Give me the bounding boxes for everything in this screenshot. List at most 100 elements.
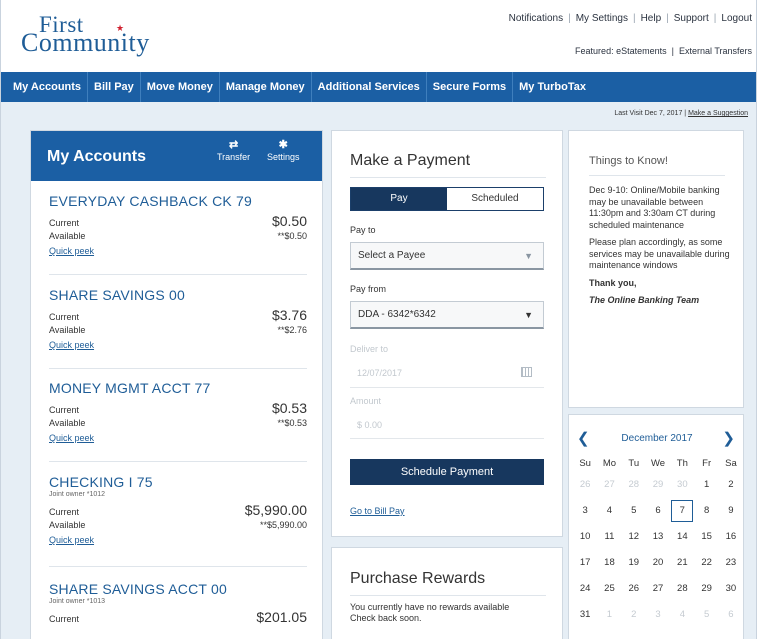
account-card[interactable]: MONEY MGMT ACCT 77 Current $0.53 Availabl… [49,380,307,446]
calendar-day[interactable]: 26 [622,576,646,602]
calendar-day[interactable]: 15 [694,524,718,550]
calendar-day-number: 28 [677,583,688,594]
pay-from-select[interactable]: DDA - 6342*6342 ▼ [350,301,544,329]
account-card[interactable]: SHARE SAVINGS 00 Current $3.76 Available *… [49,287,307,353]
tab-scheduled[interactable]: Scheduled [447,188,543,210]
calendar-day[interactable]: 21 [670,550,694,576]
calendar-day[interactable]: 2 [622,602,646,628]
available-label: Available [49,520,86,530]
calendar-day-number: 5 [631,505,637,516]
calendar-day[interactable]: 6 [719,602,743,628]
calendar-day[interactable]: 5 [622,498,646,524]
payee-select[interactable]: Select a Payee ▼ [350,242,544,270]
calendar-day[interactable]: 29 [694,576,718,602]
available-balance: **$0.50 [277,231,307,241]
nav-secure-forms[interactable]: Secure Forms [427,72,514,102]
current-balance: $0.53 [271,400,307,416]
quick-peek-link[interactable]: Quick peek [49,433,94,443]
calendar-day[interactable]: 1 [694,472,718,498]
calendar-day[interactable]: 12 [622,524,646,550]
nav-bill-pay[interactable]: Bill Pay [88,72,141,102]
calendar-day[interactable]: 9 [719,498,743,524]
calendar-day[interactable]: 5 [694,602,718,628]
account-name[interactable]: CHECKING I 75 [49,474,307,490]
calendar-day[interactable]: 3 [573,498,597,524]
nav-move-money[interactable]: Move Money [141,72,220,102]
amount-input[interactable]: $ 0.00 [350,414,544,436]
transfer-button[interactable]: ⇄ Transfer [217,139,250,162]
nav-additional-services[interactable]: Additional Services [312,72,427,102]
calendar-day[interactable]: 6 [646,498,670,524]
calendar-day[interactable]: 31 [573,602,597,628]
nav-my-turbotax[interactable]: My TurboTax [513,72,592,102]
go-to-bill-pay-link[interactable]: Go to Bill Pay [350,506,405,516]
logout-link[interactable]: Logout [721,13,752,24]
calendar-day[interactable]: 28 [622,472,646,498]
my-settings-link[interactable]: My Settings [576,13,628,24]
calendar-day[interactable]: 11 [597,524,621,550]
chevron-left-icon[interactable]: ❮ [577,429,590,447]
calendar-day[interactable]: 26 [573,472,597,498]
calendar-day[interactable]: 30 [719,576,743,602]
calendar-day[interactable]: 20 [646,550,670,576]
current-balance: $0.50 [271,213,307,229]
calendar-day-number: 27 [652,583,664,594]
calendar-day[interactable]: 30 [670,472,694,498]
tab-pay[interactable]: Pay [351,188,447,210]
logo-line2: Community [21,28,150,57]
calendar-day[interactable]: 24 [573,576,597,602]
support-link[interactable]: Support [674,13,709,24]
estatements-link[interactable]: eStatements [616,46,667,56]
calendar-day[interactable]: 4 [597,498,621,524]
calendar-day[interactable]: 22 [694,550,718,576]
last-visit: Last Visit Dec 7, 2017 | Make a Suggesti… [614,110,748,117]
calendar-day-today[interactable]: 7 [670,498,694,524]
nav-manage-money[interactable]: Manage Money [220,72,312,102]
help-link[interactable]: Help [641,13,662,24]
calendar-day[interactable]: 18 [597,550,621,576]
settings-button[interactable]: ✱ Settings [267,139,300,162]
calendar-grid: Su Mo Tu We Th Fr Sa 26 27 28 29 30 1 2 3 4 5 6 7 8 9 10 11 12 1… [573,458,743,628]
account-name[interactable]: EVERYDAY CASHBACK CK 79 [49,193,307,209]
account-name[interactable]: MONEY MGMT ACCT 77 [49,380,307,396]
calendar-day[interactable]: 4 [670,602,694,628]
quick-peek-link[interactable]: Quick peek [49,246,94,256]
calendar-day[interactable]: 16 [719,524,743,550]
calendar-day[interactable]: 23 [719,550,743,576]
calendar-day[interactable]: 2 [719,472,743,498]
calendar-day-number: 4 [679,609,685,620]
external-transfers-link[interactable]: External Transfers [679,46,752,56]
make-suggestion-link[interactable]: Make a Suggestion [688,110,748,117]
calendar-day[interactable]: 25 [597,576,621,602]
calendar-day[interactable]: 1 [597,602,621,628]
account-name[interactable]: SHARE SAVINGS 00 [49,287,307,303]
nav-my-accounts[interactable]: My Accounts [7,72,89,102]
calendar-day[interactable]: 14 [670,524,694,550]
calendar-day[interactable]: 17 [573,550,597,576]
calendar-day[interactable]: 28 [670,576,694,602]
notifications-link[interactable]: Notifications [509,13,563,24]
calendar-day[interactable]: 29 [646,472,670,498]
quick-peek-link[interactable]: Quick peek [49,535,94,545]
account-card[interactable]: SHARE SAVINGS ACCT 00 Joint owner *1013 … [49,581,307,625]
calendar-day[interactable]: 19 [622,550,646,576]
deliver-date-input[interactable]: 12/07/2017 [350,362,544,384]
quick-peek-link[interactable]: Quick peek [49,340,94,350]
calendar-day-number: 28 [628,479,640,490]
calendar-day[interactable]: 3 [646,602,670,628]
accounts-title: My Accounts [47,148,146,165]
payment-title: Make a Payment [350,152,471,169]
calendar-icon[interactable] [521,367,532,377]
schedule-payment-button[interactable]: Schedule Payment [350,459,544,485]
pay-from-label: Pay from [350,284,387,294]
chevron-right-icon[interactable]: ❯ [722,429,735,447]
calendar-day[interactable]: 27 [646,576,670,602]
account-card[interactable]: EVERYDAY CASHBACK CK 79 Current $0.50 Ava… [49,193,307,259]
calendar-day[interactable]: 27 [597,472,621,498]
account-card[interactable]: CHECKING I 75 Joint owner *1012 Current $… [49,474,307,548]
logo[interactable]: First ★ Community [21,12,151,62]
calendar-day[interactable]: 13 [646,524,670,550]
calendar-day[interactable]: 10 [573,524,597,550]
account-name[interactable]: SHARE SAVINGS ACCT 00 [49,581,307,597]
calendar-day[interactable]: 8 [694,498,718,524]
